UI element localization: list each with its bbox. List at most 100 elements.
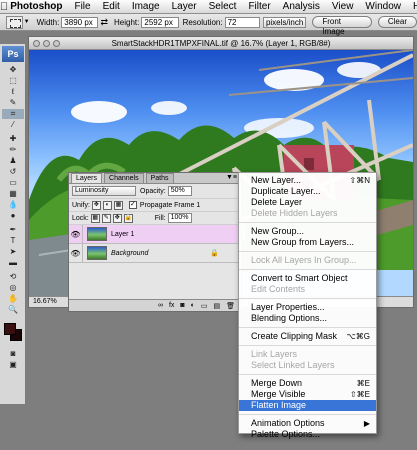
menu-item-label: Delete Hidden Layers: [251, 208, 338, 218]
hand-tool-icon[interactable]: ✋: [2, 294, 24, 304]
crop-tool-icon[interactable]: [6, 15, 23, 29]
visibility-eye-icon[interactable]: 👁: [69, 224, 83, 244]
menu-item-new-group[interactable]: New Group...: [239, 226, 376, 237]
color-swatches[interactable]: [2, 321, 24, 343]
new-group-icon[interactable]: ▭: [201, 302, 208, 310]
lock-position-icon[interactable]: ✥: [112, 213, 122, 223]
menu-item-shortcut: ⇧⌘N: [349, 176, 370, 185]
menu-item-blending-options[interactable]: Blending Options...: [239, 313, 376, 324]
menu-filter[interactable]: Filter: [242, 1, 276, 12]
layer-row-layer-1[interactable]: 👁 Layer 1: [69, 224, 241, 244]
panel-menu-icon[interactable]: ▼≡: [226, 174, 237, 181]
link-layers-icon[interactable]: ∞: [158, 302, 163, 309]
window-controls: [33, 40, 63, 47]
menu-item-duplicate-layer[interactable]: Duplicate Layer...: [239, 186, 376, 197]
screen-mode-icon[interactable]: ▣: [2, 360, 24, 370]
lock-transparency-icon[interactable]: ▦: [90, 213, 100, 223]
resolution-input[interactable]: 72: [224, 16, 260, 28]
quick-selection-tool-icon[interactable]: ✎: [2, 98, 24, 108]
unify-visibility-icon[interactable]: ◐: [102, 200, 112, 210]
menu-item-new-layer[interactable]: New Layer... ⇧⌘N: [239, 175, 376, 186]
menu-layer[interactable]: Layer: [166, 1, 203, 12]
menu-item-convert-to-smart-object[interactable]: Convert to Smart Object: [239, 273, 376, 284]
minimize-window-icon[interactable]: [43, 40, 50, 47]
fill-label: Fill:: [154, 214, 166, 222]
type-tool-icon[interactable]: T: [2, 236, 24, 246]
zoom-window-icon[interactable]: [53, 40, 60, 47]
shape-tool-icon[interactable]: ▬: [2, 258, 24, 268]
layer-row-background[interactable]: 👁 Background 🔒: [69, 243, 241, 263]
menu-image[interactable]: Image: [126, 1, 166, 12]
menu-item-animation-options[interactable]: Animation Options ▶: [239, 418, 376, 429]
propagate-frame-checkbox[interactable]: ✓: [128, 201, 137, 209]
menu-item-merge-visible[interactable]: Merge Visible ⇧⌘E: [239, 389, 376, 400]
unify-position-icon[interactable]: ✥: [91, 200, 101, 210]
front-image-button[interactable]: Front Image: [312, 16, 372, 36]
zoom-tool-icon[interactable]: 🔍: [2, 305, 24, 315]
layer-style-icon[interactable]: fx: [169, 302, 174, 309]
trash-icon[interactable]: 🗑: [226, 302, 235, 310]
clear-button[interactable]: Clear: [377, 16, 417, 28]
quick-mask-icon[interactable]: ◙: [2, 349, 24, 359]
width-input[interactable]: 3890 px: [61, 16, 99, 28]
app-menu[interactable]: Photoshop: [8, 1, 68, 12]
swap-dimensions-icon[interactable]: ⇄: [100, 17, 108, 28]
menu-edit[interactable]: Edit: [97, 1, 126, 12]
visibility-eye-icon[interactable]: 👁: [69, 243, 83, 263]
healing-brush-tool-icon[interactable]: ✚: [2, 134, 24, 144]
tab-paths[interactable]: Paths: [145, 173, 174, 183]
blend-mode-select[interactable]: Luminosity: [72, 186, 136, 196]
resolution-unit-select[interactable]: pixels/inch: [262, 16, 307, 28]
menu-analysis[interactable]: Analysis: [277, 1, 326, 12]
photoshop-logo[interactable]: Ps: [2, 46, 24, 62]
menu-item-delete-layer[interactable]: Delete Layer: [239, 197, 376, 208]
history-brush-tool-icon[interactable]: ↺: [2, 167, 24, 177]
menu-file[interactable]: File: [68, 1, 96, 12]
tool-preset-caret-icon[interactable]: ▼: [24, 19, 30, 25]
menu-item-flatten-image[interactable]: Flatten Image: [239, 400, 376, 411]
unify-style-icon[interactable]: ▦: [113, 200, 123, 210]
tab-channels[interactable]: Channels: [104, 173, 144, 183]
fill-input[interactable]: 100%: [167, 213, 192, 223]
3d-rotate-tool-icon[interactable]: ⟲: [2, 272, 24, 282]
pen-tool-icon[interactable]: ✒: [2, 225, 24, 235]
menu-item-merge-down[interactable]: Merge Down ⌘E: [239, 378, 376, 389]
menu-help[interactable]: Help: [407, 1, 417, 12]
lock-all-icon[interactable]: 🔒: [123, 213, 133, 223]
brush-tool-icon[interactable]: ✏: [2, 145, 24, 155]
apple-menu-icon[interactable]: : [0, 1, 8, 13]
marquee-tool-icon[interactable]: ⬚: [2, 76, 24, 86]
zoom-level[interactable]: 16.67%: [33, 298, 57, 305]
menu-item-label: Merge Down: [251, 378, 303, 388]
menu-view[interactable]: View: [326, 1, 360, 12]
path-selection-tool-icon[interactable]: ➤: [2, 247, 24, 257]
dodge-tool-icon[interactable]: ●: [2, 211, 24, 221]
menu-separator: [239, 298, 376, 299]
document-title-bar[interactable]: SmartStackHDR1TMPXFINAL.tif @ 16.7% (Lay…: [29, 37, 413, 50]
clone-stamp-tool-icon[interactable]: ♟: [2, 156, 24, 166]
crop-tool-icon-active[interactable]: ⌗: [2, 109, 24, 119]
menu-select[interactable]: Select: [203, 1, 243, 12]
menu-window[interactable]: Window: [359, 1, 407, 12]
layer-mask-icon[interactable]: ◙: [180, 302, 184, 309]
lasso-tool-icon[interactable]: ℓ: [2, 87, 24, 97]
menu-item-layer-properties[interactable]: Layer Properties...: [239, 302, 376, 313]
lock-pixels-icon[interactable]: ✎: [101, 213, 111, 223]
gradient-tool-icon[interactable]: ▦: [2, 189, 24, 199]
move-tool-icon[interactable]: ✥: [2, 65, 24, 75]
layers-panel: Layers Channels Paths ▼≡ Luminosity Opac…: [68, 172, 242, 312]
menu-item-palette-options[interactable]: Palette Options...: [239, 429, 376, 440]
tab-layers[interactable]: Layers: [71, 173, 103, 183]
blur-tool-icon[interactable]: 💧: [2, 200, 24, 210]
foreground-color-swatch[interactable]: [4, 323, 16, 335]
new-layer-icon[interactable]: ▤: [213, 302, 220, 310]
eyedropper-tool-icon[interactable]: ⁄: [2, 120, 24, 130]
close-window-icon[interactable]: [33, 40, 40, 47]
opacity-input[interactable]: 50%: [167, 186, 192, 196]
menu-item-new-group-from-layers[interactable]: New Group from Layers...: [239, 237, 376, 248]
eraser-tool-icon[interactable]: ▭: [2, 178, 24, 188]
adjustment-layer-icon[interactable]: ◐: [191, 302, 195, 309]
3d-orbit-tool-icon[interactable]: ◎: [2, 283, 24, 293]
height-input[interactable]: 2592 px: [141, 16, 179, 28]
menu-item-create-clipping-mask[interactable]: Create Clipping Mask ⌥⌘G: [239, 331, 376, 342]
